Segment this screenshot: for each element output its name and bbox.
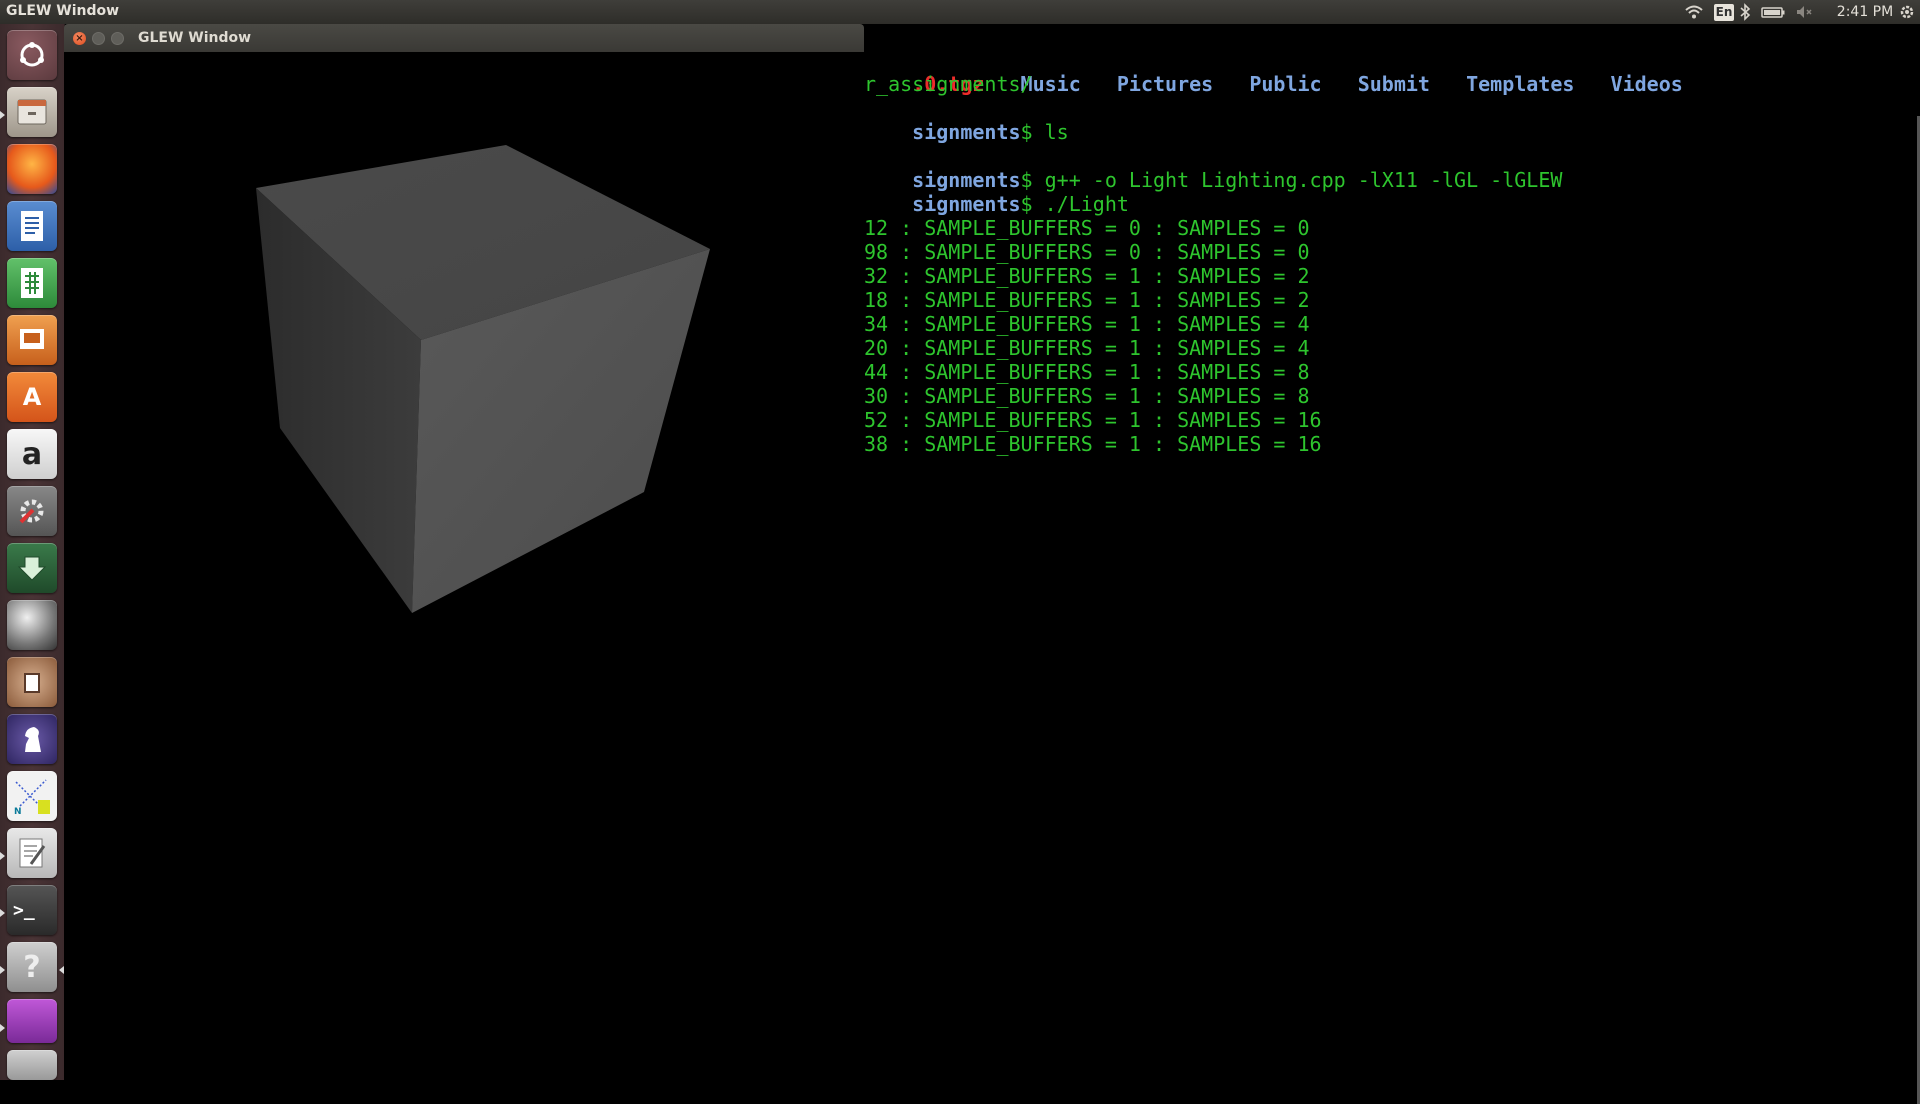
text-editor-icon[interactable] [7,828,57,878]
prompt-sign: $ [1020,192,1033,216]
workspace-switcher-icon[interactable] [7,999,57,1043]
output-line: 30 : SAMPLE_BUFFERS = 1 : SAMPLES = 8 [864,384,1310,408]
dash-home-icon[interactable] [7,30,57,80]
output-line: 98 : SAMPLE_BUFFERS = 0 : SAMPLES = 0 [864,240,1310,264]
volume-muted-icon[interactable] [1794,3,1814,21]
active-app-title: GLEW Window [6,3,120,19]
system-gear-icon[interactable] [1898,3,1916,21]
libreoffice-calc-icon[interactable] [7,258,57,308]
window-minimize-button[interactable] [92,32,105,45]
battery-icon[interactable] [1760,3,1786,21]
output-line: 32 : SAMPLE_BUFFERS = 1 : SAMPLES = 2 [864,264,1310,288]
command-text: ls [1032,120,1069,144]
prompt-sign: $ [1020,120,1033,144]
directory-list: Music Pictures Public Submit Templates V… [1020,72,1683,96]
clock[interactable]: 2:41 PM [1830,3,1900,21]
output-line: 18 : SAMPLE_BUFFERS = 1 : SAMPLES = 2 [864,288,1310,312]
window-title: GLEW Window [138,30,252,46]
software-center-icon[interactable]: A [7,372,57,422]
terminal-window[interactable]: .0.tgz Music Pictures Public Submit Temp… [864,24,1920,1104]
app-generic-icon[interactable] [7,657,57,707]
running-indicator-icon [0,852,5,860]
libreoffice-impress-icon[interactable] [7,315,57,365]
installer-icon[interactable] [7,543,57,593]
running-indicator-icon [0,111,5,119]
output-line: 34 : SAMPLE_BUFFERS = 1 : SAMPLES = 4 [864,312,1310,336]
launcher: A a N >_ ? [0,24,65,1080]
command-text: ./Light [1032,192,1129,216]
output-line: 52 : SAMPLE_BUFFERS = 1 : SAMPLES = 16 [864,408,1322,432]
system-settings-icon[interactable] [7,486,57,536]
disk-utility-icon[interactable] [7,600,57,650]
prompt-path: signments [912,120,1021,144]
opengl-render-canvas[interactable] [64,52,864,1080]
output-line: 12 : SAMPLE_BUFFERS = 0 : SAMPLES = 0 [864,216,1310,240]
glew-window-titlebar[interactable]: × GLEW Window [64,24,864,52]
files-icon[interactable] [7,87,57,137]
svg-text:N: N [14,807,22,816]
running-indicator-icon [0,909,5,917]
libreoffice-writer-icon[interactable] [7,201,57,251]
prompt-path: signments [912,192,1021,216]
running-indicator-icon [0,966,5,974]
trash-icon[interactable] [7,1050,57,1080]
output-line: 44 : SAMPLE_BUFFERS = 1 : SAMPLES = 8 [864,360,1310,384]
output-line: 20 : SAMPLE_BUFFERS = 1 : SAMPLES = 4 [864,336,1310,360]
chess-icon[interactable] [7,714,57,764]
numbers-icon[interactable]: N [7,771,57,821]
window-maximize-button[interactable] [111,32,124,45]
amazon-icon[interactable]: a [7,429,57,479]
terminal-line-path: r_assignments/ [864,72,1033,96]
top-panel: GLEW Window En 2:41 PM [0,0,1920,24]
help-icon[interactable]: ? [7,942,57,992]
keyboard-layout-indicator[interactable]: En [1714,4,1734,21]
firefox-icon[interactable] [7,144,57,194]
terminal-icon[interactable]: >_ [7,885,57,935]
wifi-icon[interactable] [1684,3,1704,21]
window-close-button[interactable]: × [73,32,86,45]
bluetooth-icon[interactable] [1739,3,1751,21]
output-line: 38 : SAMPLE_BUFFERS = 1 : SAMPLES = 16 [864,432,1322,456]
running-indicator-icon [0,1024,5,1032]
lit-cube-render [256,145,710,613]
